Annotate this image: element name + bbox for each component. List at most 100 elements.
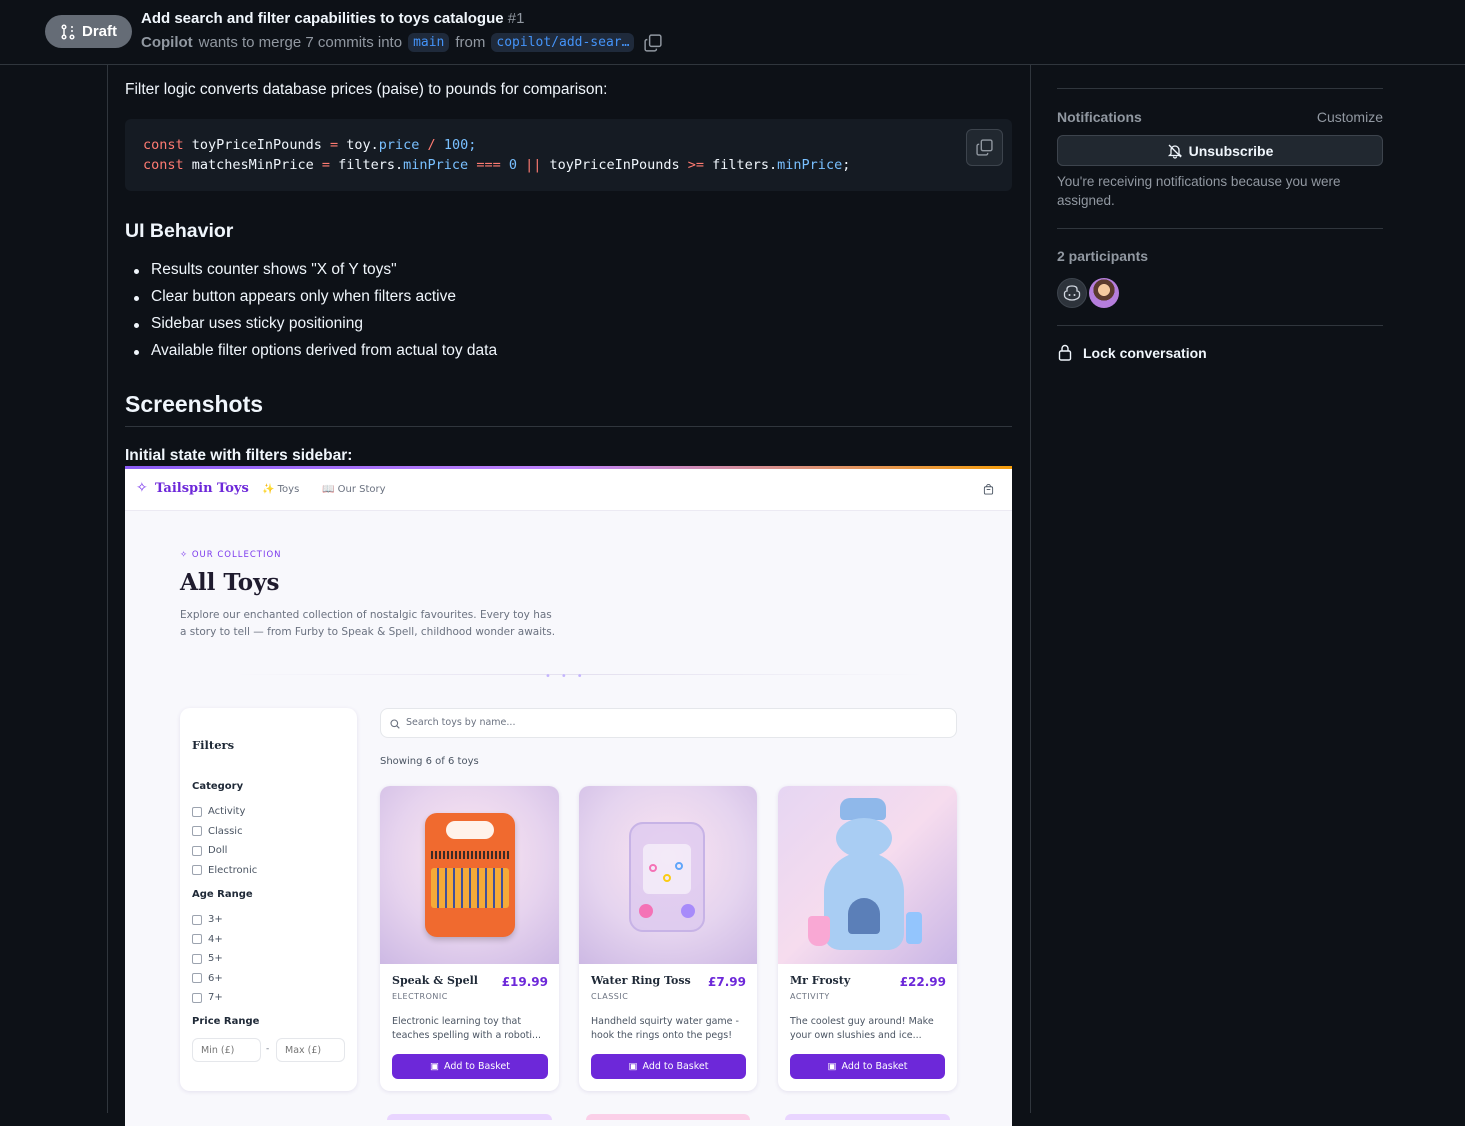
- sidebar-border: [1030, 65, 1031, 1113]
- timeline-border: [107, 65, 108, 1113]
- filter-logic-text: Filter logic converts database prices (p…: [125, 81, 608, 98]
- basket-icon: ▣: [827, 1061, 837, 1072]
- toy-category: ELECTRONIC: [392, 992, 448, 1001]
- copy-icon[interactable]: [644, 33, 663, 52]
- code-line-1: const toyPriceInPounds = toy.price / 100…: [143, 137, 477, 153]
- age-range-label: Age Range: [192, 889, 253, 900]
- ui-behavior-heading: UI Behavior: [125, 220, 234, 242]
- merge-text: wants to merge 7 commits into: [198, 34, 403, 51]
- toy-category: CLASSIC: [591, 992, 629, 1001]
- divider-dots: •••: [545, 671, 593, 682]
- list-item: Clear button appears only when filters a…: [125, 288, 825, 315]
- checkbox-activity[interactable]: Activity: [192, 802, 257, 822]
- nav-our-story[interactable]: 📖 Our Story: [322, 484, 386, 495]
- list-item: Results counter shows "X of Y toys": [125, 261, 825, 288]
- unsubscribe-button[interactable]: Unsubscribe: [1057, 135, 1383, 166]
- toy-card[interactable]: Mr Frosty £22.99 ACTIVITY The coolest gu…: [778, 786, 957, 1091]
- initial-state-caption: Initial state with filters sidebar:: [125, 447, 353, 464]
- basket-icon: ▣: [430, 1061, 439, 1072]
- checkbox-doll[interactable]: Doll: [192, 841, 257, 861]
- copy-code-button[interactable]: [966, 129, 1003, 166]
- from-text: from: [455, 34, 486, 51]
- customize-link[interactable]: Customize: [1317, 109, 1383, 125]
- checkbox-classic[interactable]: Classic: [192, 822, 257, 842]
- head-branch[interactable]: copilot/add-sear…: [491, 33, 635, 52]
- toy-description: Handheld squirty water game - hook the ri…: [591, 1016, 739, 1041]
- list-item: Sidebar uses sticky positioning: [125, 315, 825, 342]
- collection-description: Explore our enchanted collection of nost…: [180, 609, 556, 638]
- price-range-label: Price Range: [192, 1016, 260, 1027]
- sparkle-icon: ✧: [136, 480, 148, 496]
- category-label: Category: [192, 781, 244, 792]
- toy-price: £19.99: [501, 975, 548, 989]
- toy-card[interactable]: Water Ring Toss £7.99 CLASSIC Handheld s…: [579, 786, 757, 1091]
- pr-number: #1: [507, 10, 525, 27]
- sidebar-divider: [1057, 88, 1383, 89]
- sidebar-divider: [1057, 228, 1383, 229]
- collection-eyebrow: ✧ OUR COLLECTION: [180, 550, 282, 560]
- basket-icon: ▣: [628, 1061, 638, 1072]
- basket-icon[interactable]: [983, 484, 994, 495]
- avatar-user[interactable]: [1089, 278, 1119, 308]
- base-branch[interactable]: main: [408, 33, 450, 52]
- next-row-card-edge: [785, 1114, 950, 1120]
- toy-price: £22.99: [899, 975, 946, 989]
- age-list: 3+ 4+ 5+ 6+ 7+: [192, 910, 223, 1008]
- pr-author[interactable]: Copilot: [141, 34, 193, 51]
- add-to-basket-button[interactable]: ▣ Add to Basket: [790, 1054, 945, 1079]
- list-item: Available filter options derived from ac…: [125, 342, 825, 369]
- participants-heading: 2 participants: [1057, 248, 1149, 264]
- copilot-icon: [1063, 285, 1081, 301]
- toy-category: ACTIVITY: [790, 992, 830, 1001]
- next-row-card-edge: [387, 1114, 552, 1120]
- ui-behavior-list: Results counter shows "X of Y toys" Clea…: [125, 261, 825, 369]
- code-block: const toyPriceInPounds = toy.price / 100…: [125, 119, 1012, 191]
- filters-title: Filters: [192, 738, 235, 752]
- toy-card[interactable]: Speak & Spell £19.99 ELECTRONIC Electron…: [380, 786, 559, 1091]
- results-counter: Showing 6 of 6 toys: [380, 756, 479, 767]
- app-screenshot: ✧ Tailspin Toys ✨ Toys 📖 Our Story ✧ OUR…: [125, 466, 1012, 1126]
- notification-reason: You're receiving notifications because y…: [1057, 174, 1341, 208]
- page-title: All Toys: [180, 569, 280, 596]
- checkbox-age-6[interactable]: 6+: [192, 969, 223, 989]
- min-price-input[interactable]: [192, 1038, 261, 1062]
- checkbox-age-5[interactable]: 5+: [192, 949, 223, 969]
- max-price-input[interactable]: [276, 1038, 345, 1062]
- lock-conversation-button[interactable]: Lock conversation: [1057, 344, 1207, 361]
- add-to-basket-button[interactable]: ▣ Add to Basket: [591, 1054, 746, 1079]
- avatar-copilot[interactable]: [1057, 278, 1087, 308]
- toy-name: Mr Frosty: [790, 974, 851, 987]
- checkbox-age-3[interactable]: 3+: [192, 910, 223, 930]
- toy-description: Electronic learning toy that teaches spel…: [392, 1016, 542, 1041]
- checkbox-age-7[interactable]: 7+: [192, 988, 223, 1008]
- screenshots-heading: Screenshots: [125, 391, 264, 417]
- checkbox-age-4[interactable]: 4+: [192, 930, 223, 950]
- bell-slash-icon: [1167, 144, 1182, 159]
- lock-icon: [1058, 344, 1072, 361]
- app-navbar: ✧ Tailspin Toys ✨ Toys 📖 Our Story: [125, 469, 1012, 511]
- toy-description: The coolest guy around! Make your own slu…: [790, 1016, 934, 1041]
- price-dash: -: [266, 1044, 270, 1054]
- sidebar-divider: [1057, 325, 1383, 326]
- code-line-2: const matchesMinPrice = filters.minPrice…: [143, 156, 851, 173]
- toy-image-water-ring-toss: [579, 786, 757, 964]
- filters-panel: Filters Category Activity Classic Doll E…: [180, 708, 357, 1091]
- pr-title-text: Add search and filter capabilities to to…: [141, 10, 504, 27]
- toy-image-speak-spell: [380, 786, 559, 964]
- notifications-heading: Notifications: [1057, 109, 1142, 125]
- checkbox-electronic[interactable]: Electronic: [192, 861, 257, 881]
- copy-icon: [976, 139, 993, 156]
- pr-title: Add search and filter capabilities to to…: [141, 10, 524, 27]
- toy-name: Water Ring Toss: [591, 974, 691, 987]
- brand-logo[interactable]: Tailspin Toys: [155, 481, 249, 496]
- draft-badge: Draft: [45, 15, 132, 48]
- search-placeholder: Search toys by name...: [406, 717, 516, 728]
- pr-subtitle: Copilot wants to merge 7 commits into ma…: [141, 33, 663, 52]
- toy-name: Speak & Spell: [392, 974, 478, 987]
- next-row-card-edge: [586, 1114, 750, 1120]
- nav-toys[interactable]: ✨ Toys: [262, 484, 299, 495]
- sparkle-icon: ✧: [180, 550, 192, 560]
- draft-pr-icon: [61, 23, 75, 40]
- search-input[interactable]: Search toys by name...: [380, 708, 957, 738]
- add-to-basket-button[interactable]: ▣ Add to Basket: [392, 1054, 548, 1079]
